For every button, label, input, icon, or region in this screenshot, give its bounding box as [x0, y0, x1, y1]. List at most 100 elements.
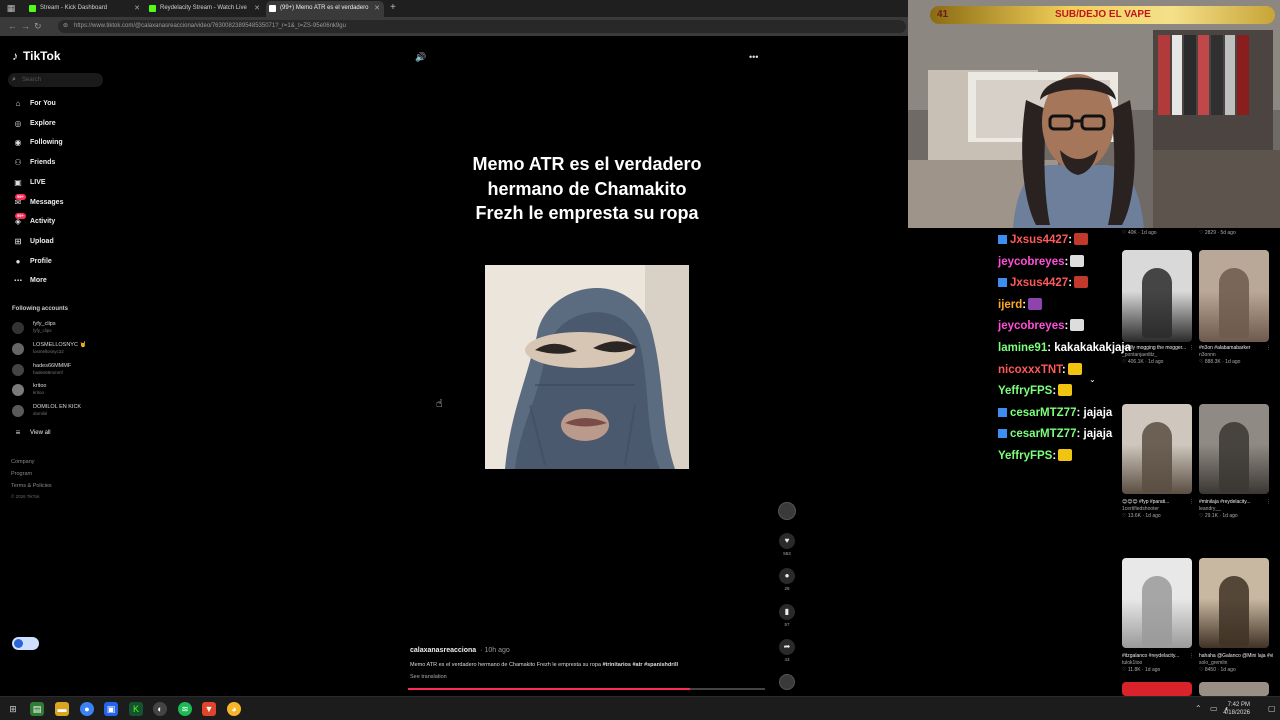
- tile-more-icon[interactable]: ⋮: [1266, 653, 1271, 660]
- app-icon[interactable]: ◕: [227, 702, 241, 716]
- tile-author[interactable]: solo_gremlin: [1199, 660, 1273, 667]
- footer-program-link[interactable]: Program: [11, 471, 32, 477]
- comment-action[interactable]: ● 28: [778, 568, 796, 591]
- chat-username[interactable]: Jxsus4427: [1010, 234, 1068, 246]
- reload-icon[interactable]: ↻: [34, 20, 42, 32]
- file-explorer-icon[interactable]: ▬: [55, 702, 69, 716]
- window-menu-icon[interactable]: ▦: [6, 3, 16, 13]
- url-input[interactable]: ⊜ https://www.tiktok.com/@calaxanasreacc…: [58, 20, 906, 33]
- close-tab-icon[interactable]: ✕: [254, 1, 260, 16]
- more-options-icon[interactable]: •••: [749, 52, 758, 62]
- video-tile[interactable]: [1199, 250, 1269, 342]
- tile-author[interactable]: 1certifiedshooter: [1122, 506, 1196, 513]
- network-icon[interactable]: ▭: [1210, 704, 1218, 713]
- nav-item-upload[interactable]: ⊞ Upload: [12, 235, 54, 249]
- nav-item-live[interactable]: ▣ LIVE: [12, 176, 45, 190]
- chat-username[interactable]: ijerd: [998, 299, 1022, 311]
- tray-chevron-icon[interactable]: ⌃: [1195, 704, 1202, 713]
- kick-icon[interactable]: K: [129, 702, 143, 716]
- tile-title[interactable]: #minilaja #reydelacity...: [1199, 499, 1273, 506]
- close-tab-icon[interactable]: ✕: [374, 1, 380, 16]
- chat-username[interactable]: cesarMTZ77: [1010, 407, 1076, 419]
- tile-author[interactable]: tulok1too: [1122, 660, 1196, 667]
- clock[interactable]: 7:42 PM 4/18/2026: [1223, 701, 1250, 717]
- tiktok-logo[interactable]: ♪ TikTok: [12, 49, 61, 63]
- nav-item-profile[interactable]: ● Profile: [12, 255, 52, 269]
- creator-avatar[interactable]: [778, 502, 796, 520]
- chrome-icon[interactable]: ●: [80, 702, 94, 716]
- tile-author[interactable]: _pontanjaeditz_: [1122, 352, 1196, 359]
- spotify-icon[interactable]: ≋: [178, 702, 192, 716]
- caption-hashtags[interactable]: #trinitarios #atr #spanishdrill: [603, 662, 679, 668]
- following-account[interactable]: DOMILOL EN KICK domilol: [12, 403, 112, 419]
- tile-more-icon[interactable]: ⋮: [1189, 499, 1194, 506]
- tile-title[interactable]: totally mogging the mogger...: [1122, 345, 1196, 352]
- nav-item-for-you[interactable]: ⌂ For You: [12, 97, 56, 111]
- back-icon[interactable]: ←: [8, 20, 17, 32]
- brave-icon[interactable]: ▼: [202, 702, 216, 716]
- new-tab-icon[interactable]: +: [390, 1, 396, 15]
- chat-username[interactable]: cesarMTZ77: [1010, 428, 1076, 440]
- video-tile[interactable]: [1122, 404, 1192, 494]
- chat-username[interactable]: jeycobreyes: [998, 320, 1065, 332]
- notification-icon[interactable]: ▢: [1268, 704, 1276, 713]
- following-account[interactable]: hades66MMMF hades66mmmf: [12, 362, 112, 378]
- chevron-down-icon[interactable]: ⌄: [1089, 375, 1096, 384]
- heart-icon[interactable]: ♥: [779, 533, 795, 549]
- chat-username[interactable]: nicoxxxTNT: [998, 364, 1062, 376]
- video-progress-bar[interactable]: [408, 688, 765, 690]
- nav-item-following[interactable]: ◉ Following: [12, 136, 63, 150]
- theme-toggle[interactable]: [12, 637, 39, 650]
- chat-username[interactable]: jeycobreyes: [998, 256, 1065, 268]
- tile-title[interactable]: #itzgalanco #reydelacity...: [1122, 653, 1196, 660]
- app-icon[interactable]: ▣: [104, 702, 118, 716]
- nav-item-more[interactable]: ⋯ More: [12, 274, 47, 288]
- app-icon[interactable]: ▤: [30, 702, 44, 716]
- share-action[interactable]: ➦ 43: [778, 638, 796, 662]
- tab-kick-dashboard[interactable]: Stream - Kick Dashboard ✕: [26, 1, 144, 17]
- tab-reydelacity-stream[interactable]: Reydelacity Stream - Watch Live ✕: [146, 1, 264, 17]
- following-account[interactable]: fyfy_clips fyfy_clips: [12, 320, 112, 336]
- footer-terms-link[interactable]: Terms & Policies: [11, 483, 52, 489]
- video-tile[interactable]: [1122, 682, 1192, 696]
- tile-author[interactable]: n3onnn: [1199, 352, 1273, 359]
- video-tile[interactable]: [1122, 558, 1192, 648]
- video-tile[interactable]: [1199, 682, 1269, 696]
- close-tab-icon[interactable]: ✕: [134, 1, 140, 16]
- following-account[interactable]: kritoo kritoo: [12, 382, 112, 398]
- tile-title[interactable]: hahaha @Galanco @Mini laja #viral...: [1199, 653, 1273, 660]
- nav-item-messages[interactable]: ✉ 99+ Messages: [12, 193, 63, 210]
- following-account[interactable]: LOSMELLOSNYC 🤘 losmellosnyc22: [12, 341, 112, 357]
- tab-tiktok-video[interactable]: (99+) Memo ATR es el verdadero ✕: [266, 1, 384, 17]
- obs-icon[interactable]: ◐: [153, 702, 167, 716]
- tile-more-icon[interactable]: ⋮: [1189, 345, 1194, 352]
- tile-title[interactable]: #n3on #alabamabarker: [1199, 345, 1273, 352]
- video-tile[interactable]: [1122, 250, 1192, 342]
- bookmark-action[interactable]: ▮ 57: [778, 603, 796, 627]
- nav-item-friends[interactable]: ⚇ Friends: [12, 156, 55, 170]
- tile-more-icon[interactable]: ⋮: [1189, 653, 1194, 660]
- video-thumbnail-image[interactable]: [485, 265, 689, 469]
- nav-item-activity[interactable]: ◈ 99+ Activity: [12, 213, 55, 229]
- video-tile[interactable]: [1199, 558, 1269, 648]
- nav-item-explore[interactable]: ◎ Explore: [12, 117, 56, 131]
- chat-username[interactable]: Jxsus4427: [1010, 277, 1068, 289]
- chat-username[interactable]: YeffryFPS: [998, 450, 1052, 462]
- windows-start-icon[interactable]: ⊞: [6, 702, 20, 716]
- see-translation-link[interactable]: See translation: [410, 674, 447, 680]
- tile-more-icon[interactable]: ⋮: [1266, 345, 1271, 352]
- view-all-link[interactable]: ≡ View all: [12, 426, 51, 440]
- comment-icon[interactable]: ●: [779, 568, 795, 585]
- volume-icon[interactable]: 🔊: [415, 52, 426, 63]
- site-info-icon[interactable]: ⊜: [63, 20, 68, 33]
- tile-title[interactable]: 😊😊😊 #fyp #parati...: [1122, 499, 1196, 506]
- share-icon[interactable]: ➦: [779, 638, 795, 655]
- search-input[interactable]: ⌕ Search: [8, 73, 103, 87]
- caption-username[interactable]: calaxanasreacciona · 10h ago: [410, 647, 510, 654]
- tile-more-icon[interactable]: ⋮: [1266, 499, 1271, 506]
- footer-company-link[interactable]: Company: [11, 459, 35, 465]
- video-tile[interactable]: [1199, 404, 1269, 494]
- forward-icon[interactable]: →: [21, 20, 30, 32]
- bookmark-icon[interactable]: ▮: [779, 603, 795, 620]
- sound-disc-icon[interactable]: [779, 674, 795, 690]
